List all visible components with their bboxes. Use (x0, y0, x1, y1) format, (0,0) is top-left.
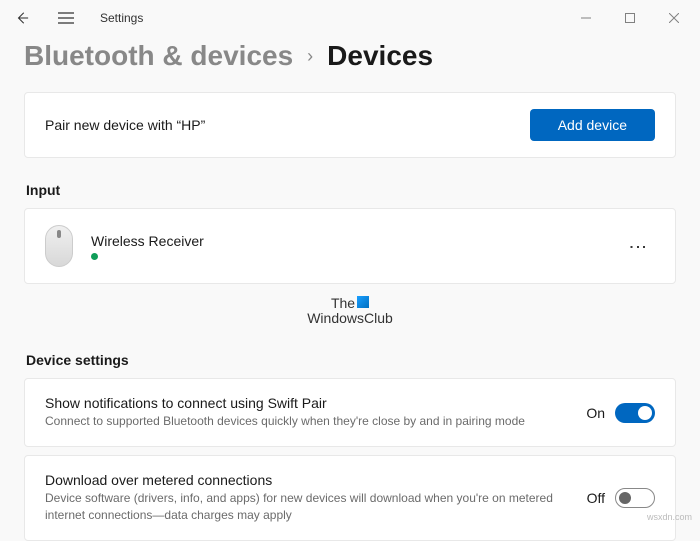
device-status-indicator (91, 253, 98, 260)
breadcrumb: Bluetooth & devices › Devices (24, 40, 676, 72)
input-device-card[interactable]: Wireless Receiver ⋮ (24, 208, 676, 284)
metered-toggle[interactable] (615, 488, 655, 508)
metered-title: Download over metered connections (45, 472, 587, 488)
menu-button[interactable] (48, 0, 84, 36)
window-title: Settings (100, 11, 143, 25)
watermark: The WindowsClub (24, 296, 676, 328)
device-more-button[interactable]: ⋮ (621, 234, 655, 259)
breadcrumb-parent[interactable]: Bluetooth & devices (24, 40, 293, 72)
metered-desc: Device software (drivers, info, and apps… (45, 490, 587, 524)
pair-device-card: Pair new device with “HP” Add device (24, 92, 676, 158)
device-name: Wireless Receiver (91, 233, 204, 249)
breadcrumb-current: Devices (327, 40, 433, 72)
metered-state: Off (587, 490, 605, 506)
watermark-logo-icon (357, 296, 369, 308)
pair-device-text: Pair new device with “HP” (45, 117, 530, 133)
add-device-button[interactable]: Add device (530, 109, 655, 141)
swift-pair-setting[interactable]: Show notifications to connect using Swif… (24, 378, 676, 447)
close-button[interactable] (652, 0, 696, 36)
swift-pair-title: Show notifications to connect using Swif… (45, 395, 586, 411)
swift-pair-toggle[interactable] (615, 403, 655, 423)
chevron-right-icon: › (307, 46, 313, 67)
attribution-text: wsxdn.com (647, 512, 692, 522)
minimize-button[interactable] (564, 0, 608, 36)
maximize-button[interactable] (608, 0, 652, 36)
section-device-settings-label: Device settings (26, 352, 676, 368)
back-button[interactable] (4, 0, 40, 36)
section-input-label: Input (26, 182, 676, 198)
mouse-icon (45, 225, 73, 267)
swift-pair-state: On (586, 405, 605, 421)
swift-pair-desc: Connect to supported Bluetooth devices q… (45, 413, 586, 430)
